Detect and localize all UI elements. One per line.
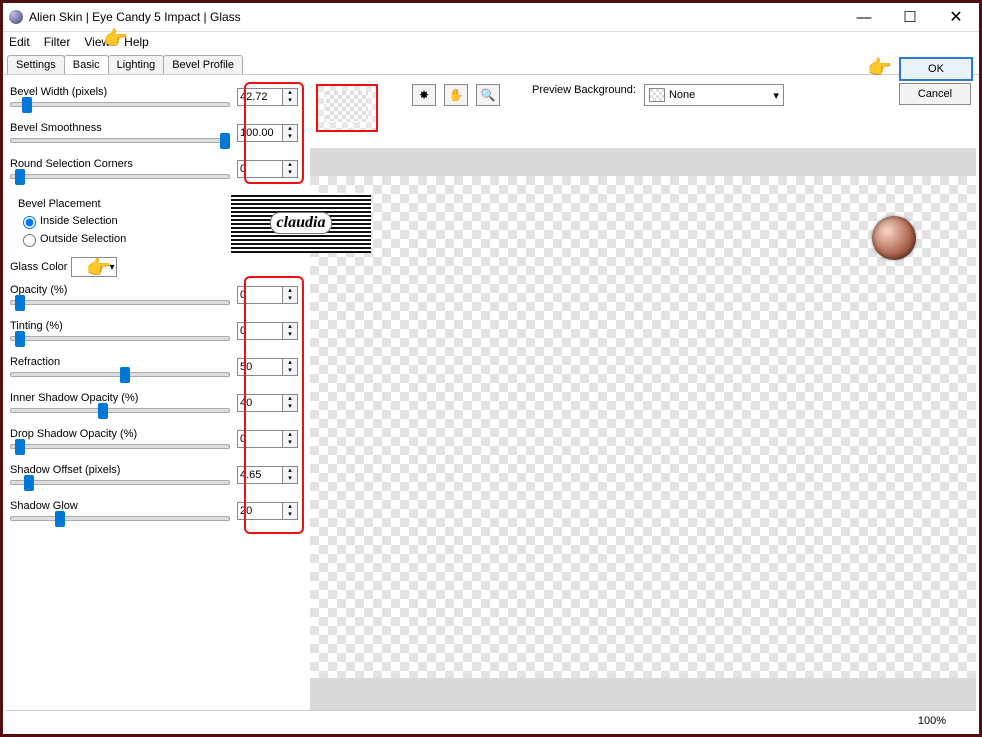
checker-icon: [649, 88, 665, 102]
close-button[interactable]: ✕: [933, 3, 979, 31]
bevel-width-slider[interactable]: [10, 102, 230, 107]
spinner-arrows[interactable]: ▴▾: [283, 466, 298, 484]
menu-view[interactable]: View: [84, 35, 110, 49]
drop-shadow-input[interactable]: [237, 430, 283, 448]
menu-help[interactable]: Help: [124, 35, 149, 49]
bevel-smoothness-input[interactable]: [237, 124, 283, 142]
round-corners-slider[interactable]: [10, 174, 230, 179]
bevel-width-input[interactable]: [237, 88, 283, 106]
spinner-arrows[interactable]: ▴▾: [283, 160, 298, 178]
refraction-slider[interactable]: [10, 372, 230, 377]
preview-toolbar: ✸ ✋ 🔍 Preview Background: None ▾: [310, 80, 976, 148]
tab-bevel-profile[interactable]: Bevel Profile: [163, 55, 243, 74]
app-icon: [9, 10, 23, 24]
spinner-arrows[interactable]: ▴▾: [283, 430, 298, 448]
round-corners-input[interactable]: [237, 160, 283, 178]
tab-basic[interactable]: Basic: [64, 55, 109, 74]
menu-edit[interactable]: Edit: [9, 35, 30, 49]
preview-background-label: Preview Background:: [532, 84, 636, 96]
chevron-down-icon: ▾: [773, 89, 779, 102]
shadow-offset-input[interactable]: [237, 466, 283, 484]
opacity-slider[interactable]: [10, 300, 230, 305]
spinner-arrows[interactable]: ▴▾: [283, 124, 298, 142]
opacity-input[interactable]: [237, 286, 283, 304]
glass-color-label: Glass Color: [10, 261, 67, 273]
tab-settings[interactable]: Settings: [7, 55, 65, 74]
spinner-arrows[interactable]: ▴▾: [283, 358, 298, 376]
menu-filter[interactable]: Filter: [44, 35, 71, 49]
maximize-button[interactable]: ☐: [887, 3, 933, 31]
shadow-offset-slider[interactable]: [10, 480, 230, 485]
drop-shadow-slider[interactable]: [10, 444, 230, 449]
spinner-arrows[interactable]: ▴▾: [283, 322, 298, 340]
watermark: claudia: [231, 193, 371, 253]
preview-canvas[interactable]: [310, 176, 976, 678]
shadow-glow-input[interactable]: [237, 502, 283, 520]
zoom-tool-icon[interactable]: 🔍: [476, 84, 500, 106]
watermark-text: claudia: [270, 212, 333, 234]
tinting-input[interactable]: [237, 322, 283, 340]
tab-lighting[interactable]: Lighting: [108, 55, 165, 74]
glass-color-swatch[interactable]: [71, 257, 117, 277]
preview-background-select[interactable]: None ▾: [644, 84, 784, 106]
tab-row: Settings Basic Lighting Bevel Profile: [3, 52, 979, 75]
hand-tool-icon[interactable]: ✋: [444, 84, 468, 106]
status-bar: 100%: [6, 710, 976, 731]
bevel-smoothness-slider[interactable]: [10, 138, 230, 143]
eyedropper-tool-icon[interactable]: ✸: [412, 84, 436, 106]
menu-bar: Edit Filter View Help 👉: [3, 32, 979, 52]
inner-shadow-input[interactable]: [237, 394, 283, 412]
ok-button[interactable]: OK: [899, 57, 973, 81]
preview-object: [872, 216, 916, 260]
shadow-glow-slider[interactable]: [10, 516, 230, 521]
window-title: Alien Skin | Eye Candy 5 Impact | Glass: [29, 10, 841, 24]
preview-thumbnail[interactable]: [316, 84, 378, 132]
spinner-arrows[interactable]: ▴▾: [283, 88, 298, 106]
spinner-arrows[interactable]: ▴▾: [283, 394, 298, 412]
inner-shadow-slider[interactable]: [10, 408, 230, 413]
minimize-button[interactable]: —: [841, 3, 887, 31]
spinner-arrows[interactable]: ▴▾: [283, 286, 298, 304]
refraction-input[interactable]: [237, 358, 283, 376]
title-bar: Alien Skin | Eye Candy 5 Impact | Glass …: [3, 3, 979, 32]
tinting-slider[interactable]: [10, 336, 230, 341]
cancel-button[interactable]: Cancel: [899, 83, 971, 105]
spinner-arrows[interactable]: ▴▾: [283, 502, 298, 520]
left-pane: Bevel Width (pixels) ▴▾ Bevel Smoothness…: [6, 80, 310, 710]
zoom-level: 100%: [918, 715, 946, 727]
